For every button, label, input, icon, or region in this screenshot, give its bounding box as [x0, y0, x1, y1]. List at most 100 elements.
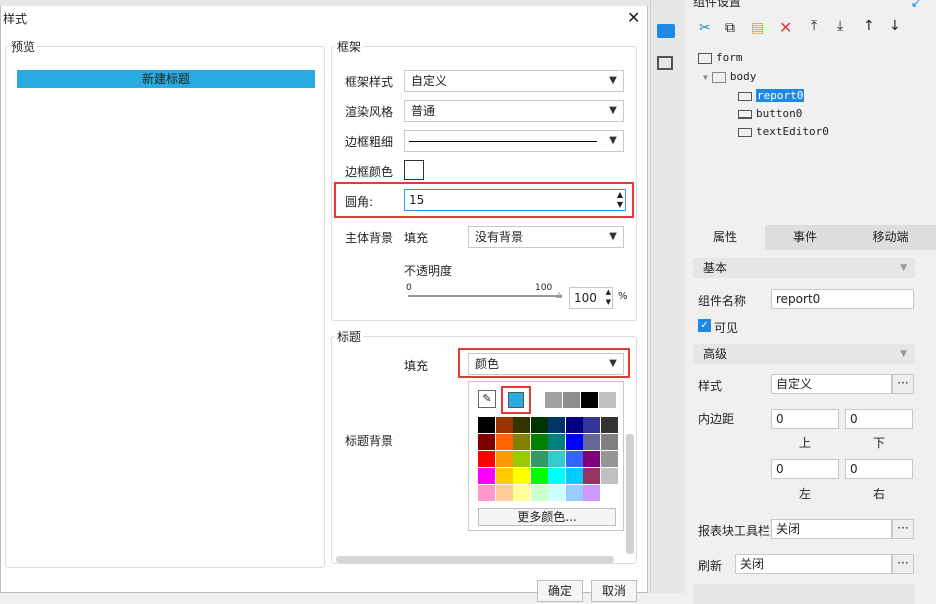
palette-swatch[interactable]	[548, 468, 565, 484]
current-color-swatch[interactable]	[508, 392, 524, 408]
palette-swatch[interactable]	[600, 485, 618, 501]
padding-left-input[interactable]: 0	[771, 459, 839, 479]
palette-swatch[interactable]	[548, 451, 565, 467]
popup-scrollbar[interactable]	[626, 434, 634, 554]
palette-swatch[interactable]	[478, 434, 495, 450]
delete-icon[interactable]: ✕	[779, 18, 792, 37]
recent-color-1[interactable]	[545, 392, 562, 408]
style-more-button[interactable]: ···	[892, 374, 914, 394]
tab-mobile[interactable]: 移动端	[845, 225, 936, 250]
tab-events[interactable]: 事件	[765, 225, 845, 250]
palette-swatch[interactable]	[495, 434, 513, 450]
padding-top-input[interactable]: 0	[771, 409, 839, 429]
widget-panel-icon[interactable]	[657, 24, 675, 38]
palette-swatch[interactable]	[548, 485, 565, 501]
spin-up-icon[interactable]: ▲	[606, 288, 611, 296]
tree-node-form[interactable]: form	[698, 51, 743, 64]
tree-node-report0[interactable]: report0	[738, 89, 805, 102]
frame-style-select[interactable]: 自定义 ▼	[404, 70, 624, 92]
horizontal-scrollbar[interactable]	[336, 556, 614, 563]
palette-swatch[interactable]	[583, 417, 600, 433]
palette-swatch[interactable]	[478, 417, 495, 433]
title-fill-select[interactable]: 颜色 ▼	[468, 353, 624, 375]
palette-swatch[interactable]	[548, 434, 565, 450]
palette-swatch[interactable]	[513, 434, 530, 450]
layout-icon[interactable]	[657, 56, 673, 70]
cancel-button[interactable]: 取消	[591, 580, 637, 602]
palette-swatch[interactable]	[530, 434, 548, 450]
expand-icon[interactable]: ▼	[703, 73, 708, 82]
toolbar-more-button[interactable]: ···	[892, 519, 914, 539]
palette-swatch[interactable]	[583, 468, 600, 484]
palette-swatch[interactable]	[548, 417, 565, 433]
eyedropper-icon[interactable]: ✎	[478, 390, 496, 408]
move-bottom-icon[interactable]: ⤓	[837, 18, 843, 34]
palette-swatch[interactable]	[600, 434, 618, 450]
radius-input[interactable]: 15 ▲ ▼	[404, 189, 626, 211]
cut-icon[interactable]: ✂	[699, 20, 711, 36]
collapse-icon[interactable]: ↙	[911, 0, 921, 10]
palette-swatch[interactable]	[565, 451, 583, 467]
palette-swatch[interactable]	[600, 451, 618, 467]
close-icon[interactable]: ✕	[627, 10, 640, 26]
body-fill-select[interactable]: 没有背景 ▼	[468, 226, 624, 248]
refresh-input[interactable]: 关闭	[735, 554, 892, 574]
tab-properties[interactable]: 属性	[685, 225, 765, 250]
palette-swatch[interactable]	[530, 417, 548, 433]
palette-swatch[interactable]	[513, 485, 530, 501]
palette-swatch[interactable]	[478, 451, 495, 467]
palette-swatch[interactable]	[478, 485, 495, 501]
palette-swatch[interactable]	[495, 485, 513, 501]
palette-swatch[interactable]	[478, 468, 495, 484]
palette-swatch[interactable]	[513, 417, 530, 433]
spin-down-icon[interactable]: ▼	[617, 200, 623, 209]
move-up-icon[interactable]: ↑	[863, 18, 875, 34]
palette-swatch[interactable]	[600, 417, 618, 433]
toolbar-input[interactable]: 关闭	[771, 519, 892, 539]
palette-swatch[interactable]	[530, 451, 548, 467]
palette-swatch[interactable]	[530, 485, 548, 501]
recent-color-2[interactable]	[563, 392, 580, 408]
move-down-icon[interactable]: ↓	[889, 18, 901, 34]
recent-color-4[interactable]	[599, 392, 616, 408]
palette-swatch[interactable]	[495, 468, 513, 484]
advanced-section[interactable]: 高级 ▼	[693, 344, 915, 364]
tree-node-body[interactable]: ▼ body	[703, 70, 756, 83]
spin-down-icon[interactable]: ▼	[606, 298, 611, 306]
opacity-slider-track[interactable]	[408, 295, 562, 297]
ok-button[interactable]: 确定	[537, 580, 583, 602]
padding-bottom-input[interactable]: 0	[845, 409, 913, 429]
palette-swatch[interactable]	[583, 451, 600, 467]
palette-swatch[interactable]	[513, 468, 530, 484]
move-top-icon[interactable]: ⤒	[811, 18, 817, 34]
palette-swatch[interactable]	[495, 451, 513, 467]
opacity-slider-handle[interactable]: △	[556, 290, 562, 299]
tree-node-texteditor0[interactable]: textEditor0	[738, 125, 829, 138]
palette-swatch[interactable]	[583, 434, 600, 450]
palette-swatch[interactable]	[565, 417, 583, 433]
palette-swatch[interactable]	[495, 417, 513, 433]
render-style-select[interactable]: 普通 ▼	[404, 100, 624, 122]
next-section[interactable]	[693, 584, 915, 604]
visible-checkbox[interactable]: ✓	[698, 319, 711, 332]
palette-swatch[interactable]	[530, 468, 548, 484]
padding-right-input[interactable]: 0	[845, 459, 913, 479]
more-colors-button[interactable]: 更多颜色...	[478, 508, 616, 526]
copy-icon[interactable]: ⧉	[725, 20, 735, 36]
tree-node-button0[interactable]: button0	[738, 107, 802, 120]
palette-swatch[interactable]	[583, 485, 600, 501]
palette-swatch[interactable]	[565, 468, 583, 484]
palette-swatch[interactable]	[600, 468, 618, 484]
refresh-more-button[interactable]: ···	[892, 554, 914, 574]
palette-swatch[interactable]	[513, 451, 530, 467]
component-name-input[interactable]: report0	[771, 289, 914, 309]
palette-swatch[interactable]	[565, 485, 583, 501]
opacity-input[interactable]: 100 ▲ ▼	[569, 287, 613, 309]
border-width-select[interactable]: ▼	[404, 130, 624, 152]
style-input[interactable]: 自定义	[771, 374, 892, 394]
palette-swatch[interactable]	[565, 434, 583, 450]
recent-color-3[interactable]	[581, 392, 598, 408]
border-color-swatch[interactable]	[404, 160, 424, 180]
basic-section[interactable]: 基本 ▼	[693, 258, 915, 278]
spin-up-icon[interactable]: ▲	[617, 190, 623, 199]
